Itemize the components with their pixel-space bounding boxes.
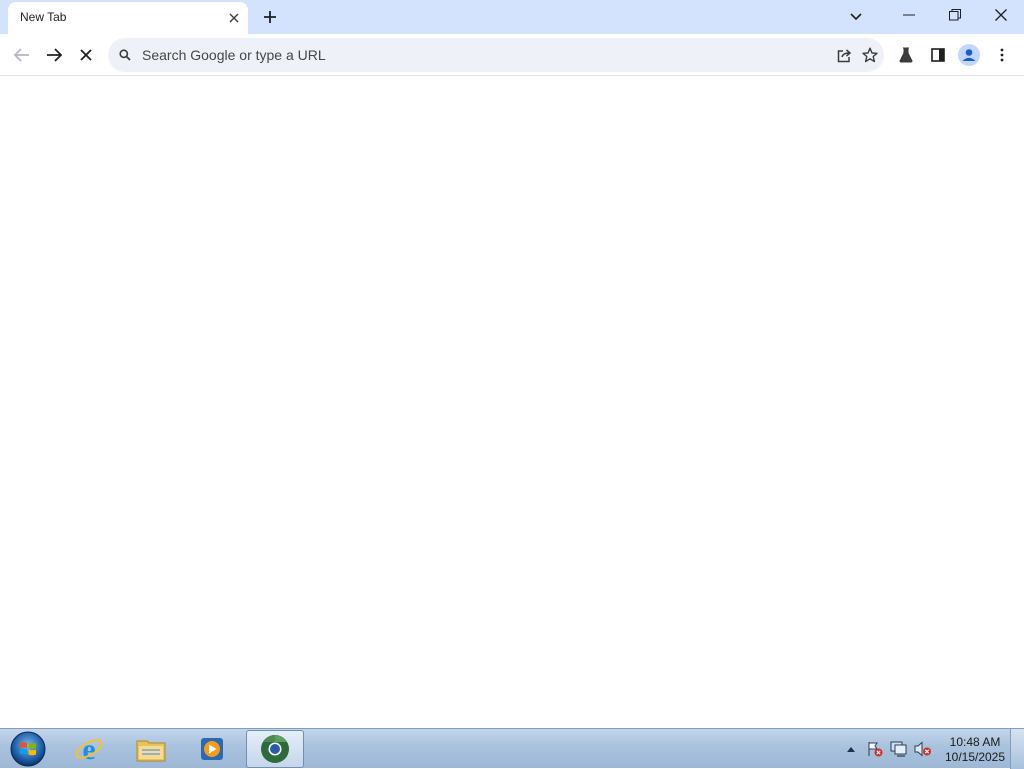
address-bar-placeholder: Search Google or type a URL [142, 47, 326, 63]
system-clock[interactable]: 10:48 AM 10/15/2025 [940, 735, 1010, 765]
menu-button[interactable] [990, 43, 1014, 67]
tab-title: New Tab [20, 10, 67, 24]
volume-muted-icon[interactable] [913, 740, 933, 758]
flask-icon [899, 47, 913, 63]
svg-text:e: e [82, 734, 95, 764]
chevron-down-icon [850, 13, 862, 21]
tab-search-button[interactable] [844, 5, 868, 29]
page-content [0, 77, 1024, 728]
browser-toolbar: Search Google or type a URL [0, 34, 1024, 76]
taskbar-file-explorer[interactable] [122, 730, 180, 768]
folder-icon [136, 740, 166, 762]
kebab-menu-icon [1000, 48, 1004, 62]
restore-icon [949, 9, 961, 21]
taskbar-internet-explorer[interactable]: e [60, 730, 118, 768]
side-panel-icon [931, 48, 945, 62]
new-tab-button[interactable] [258, 5, 282, 29]
action-center-icon[interactable] [866, 740, 884, 758]
minimize-button[interactable] [886, 0, 932, 30]
show-desktop-button[interactable] [1010, 729, 1024, 769]
chrome-icon [261, 735, 289, 763]
restore-button[interactable] [932, 0, 978, 30]
address-bar[interactable]: Search Google or type a URL [108, 38, 884, 72]
show-hidden-icons-button[interactable] [844, 741, 858, 757]
bookmark-star-icon[interactable] [860, 45, 880, 65]
share-icon[interactable] [834, 45, 856, 65]
arrow-left-icon [14, 48, 29, 62]
side-panel-button[interactable] [926, 43, 950, 67]
forward-button[interactable] [40, 41, 68, 69]
plus-icon [264, 11, 276, 23]
taskbar: e 10:48 AM 10/15/2025 [0, 728, 1024, 769]
tab-close-icon[interactable] [224, 8, 244, 28]
close-icon [995, 9, 1007, 21]
search-icon [118, 48, 132, 62]
media-player-icon [201, 738, 223, 760]
clock-date: 10/15/2025 [944, 750, 1006, 764]
minimize-icon [903, 14, 915, 16]
close-window-button[interactable] [978, 0, 1024, 30]
labs-flask-button[interactable] [894, 43, 918, 67]
network-icon[interactable] [889, 740, 909, 758]
back-button[interactable] [8, 41, 36, 69]
tab-new-tab[interactable]: New Tab [8, 2, 248, 34]
chevron-up-icon [847, 746, 855, 752]
start-button[interactable] [0, 730, 56, 768]
internet-explorer-icon: e [75, 734, 103, 764]
taskbar-media-player[interactable] [184, 730, 242, 768]
windows-start-orb-icon [10, 731, 46, 767]
clock-time: 10:48 AM [949, 735, 1001, 749]
stop-loading-button[interactable] [72, 41, 100, 69]
avatar-icon [958, 44, 980, 66]
taskbar-chrome[interactable] [246, 730, 304, 768]
arrow-right-icon [47, 48, 62, 62]
close-icon [80, 49, 92, 61]
tab-strip: New Tab [0, 0, 1024, 34]
profile-button[interactable] [957, 43, 981, 67]
